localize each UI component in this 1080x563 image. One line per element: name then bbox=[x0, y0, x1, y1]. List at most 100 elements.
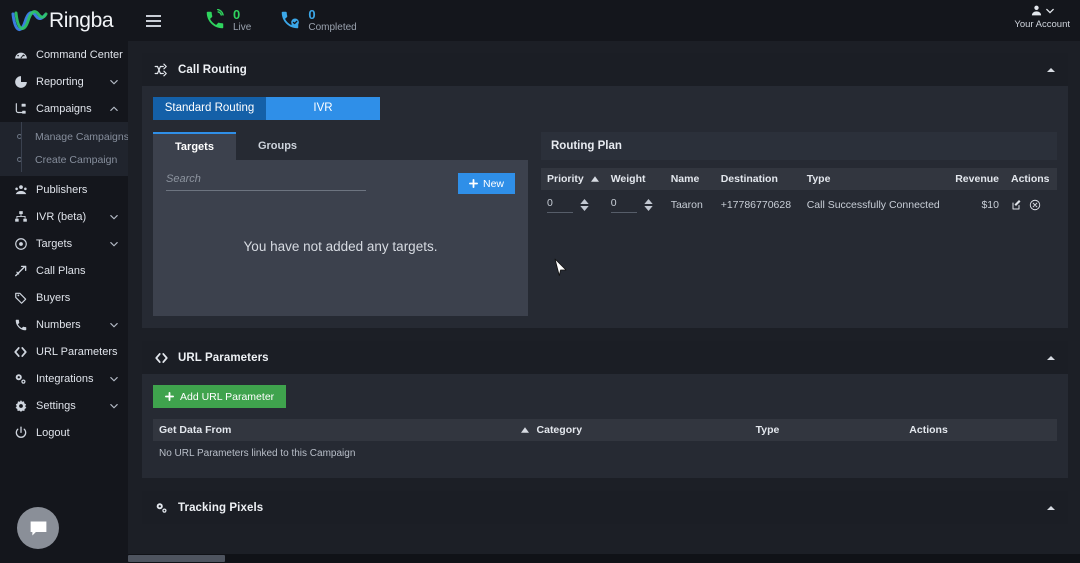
tracking-pixels-title: Tracking Pixels bbox=[178, 501, 264, 514]
bullet-icon bbox=[17, 134, 22, 139]
sidebar-item-url-parameters[interactable]: URL Parameters bbox=[0, 338, 128, 365]
chat-widget-button[interactable] bbox=[17, 507, 59, 549]
chevron-down-icon bbox=[110, 376, 118, 382]
sidebar-item-numbers[interactable]: Numbers bbox=[0, 311, 128, 338]
col-type[interactable]: Type bbox=[749, 419, 904, 441]
url-parameters-empty-message: No URL Parameters linked to this Campaig… bbox=[153, 441, 1057, 466]
caret-up-icon[interactable] bbox=[1046, 65, 1056, 75]
sidebar-item-manage-campaigns[interactable]: Manage Campaigns bbox=[0, 125, 128, 148]
gear-icon bbox=[12, 399, 29, 413]
add-url-parameter-label: Add URL Parameter bbox=[180, 390, 275, 403]
table-row: 0 0 Taaron +17786770628 Call Successfull… bbox=[541, 190, 1057, 219]
completed-calls-counter[interactable]: 0 Completed bbox=[279, 8, 357, 33]
routing-plan-column: Routing Plan Priority Weight Name Destin… bbox=[541, 132, 1057, 316]
sidebar-label: Command Center bbox=[36, 48, 123, 61]
user-icon bbox=[1032, 5, 1042, 16]
weight-stepper[interactable] bbox=[644, 198, 653, 211]
caret-up-icon bbox=[580, 198, 589, 204]
priority-stepper[interactable] bbox=[580, 198, 589, 211]
sidebar-item-command-center[interactable]: Command Center bbox=[0, 41, 128, 68]
sidebar-item-call-plans[interactable]: Call Plans bbox=[0, 257, 128, 284]
plus-icon bbox=[165, 392, 174, 401]
tab-standard-routing[interactable]: Standard Routing bbox=[153, 97, 266, 120]
col-get-data-from[interactable]: Get Data From bbox=[153, 419, 515, 441]
routing-plan-table: Priority Weight Name Destination Type Re… bbox=[541, 168, 1057, 219]
col-name[interactable]: Name bbox=[664, 168, 715, 190]
new-target-label: New bbox=[482, 177, 504, 190]
tab-ivr[interactable]: IVR bbox=[266, 97, 380, 120]
sidebar-label: Logout bbox=[36, 426, 70, 439]
tag-icon bbox=[12, 291, 29, 305]
dashboard-icon bbox=[12, 48, 29, 62]
gears-icon bbox=[152, 501, 170, 515]
cell-name: Taaron bbox=[664, 190, 715, 219]
caret-up-icon[interactable] bbox=[1046, 503, 1056, 513]
cell-weight: 0 bbox=[604, 190, 665, 219]
tab-targets[interactable]: Targets bbox=[153, 132, 236, 160]
horizontal-scrollbar[interactable] bbox=[128, 554, 1080, 563]
url-parameters-table: Get Data From Category Type Actions No U… bbox=[153, 419, 1057, 466]
top-bar: Ringba 0 Live 0 Completed Your Account bbox=[0, 0, 1080, 41]
chevron-down-icon bbox=[1046, 8, 1055, 14]
trend-up-icon bbox=[12, 264, 29, 278]
sidebar-item-settings[interactable]: Settings bbox=[0, 392, 128, 419]
chevron-down-icon bbox=[110, 214, 118, 220]
priority-value[interactable]: 0 bbox=[547, 197, 573, 213]
col-weight[interactable]: Weight bbox=[604, 168, 665, 190]
sidebar-item-publishers[interactable]: Publishers bbox=[0, 176, 128, 203]
live-calls-counter[interactable]: 0 Live bbox=[204, 8, 251, 33]
col-revenue[interactable]: Revenue bbox=[947, 168, 1005, 190]
caret-down-icon bbox=[644, 205, 653, 211]
brand-logo-area[interactable]: Ringba bbox=[0, 0, 128, 41]
hamburger-icon[interactable] bbox=[140, 0, 166, 41]
search-input[interactable] bbox=[166, 173, 366, 191]
sidebar-sublabel: Manage Campaigns bbox=[35, 130, 128, 143]
cell-revenue: $10 bbox=[947, 190, 1005, 219]
sidebar-item-integrations[interactable]: Integrations bbox=[0, 365, 128, 392]
sidebar-item-buyers[interactable]: Buyers bbox=[0, 284, 128, 311]
account-menu[interactable]: Your Account bbox=[1014, 4, 1070, 30]
sidebar-label: Buyers bbox=[36, 291, 71, 304]
brand-name: Ringba bbox=[49, 8, 114, 32]
url-parameters-header[interactable]: URL Parameters bbox=[142, 341, 1068, 374]
routing-plan-title: Routing Plan bbox=[541, 132, 1057, 160]
chart-pie-icon bbox=[12, 75, 29, 89]
sidebar-label: Reporting bbox=[36, 75, 84, 88]
edit-icon[interactable] bbox=[1011, 199, 1023, 211]
url-parameters-title: URL Parameters bbox=[178, 351, 269, 364]
targets-column: Targets Groups New bbox=[153, 132, 528, 316]
call-counters: 0 Live 0 Completed bbox=[204, 8, 357, 33]
table-row-empty: No URL Parameters linked to this Campaig… bbox=[153, 441, 1057, 466]
targets-box: New You have not added any targets. bbox=[153, 160, 528, 316]
add-url-parameter-button[interactable]: Add URL Parameter bbox=[153, 385, 287, 408]
caret-up-icon[interactable] bbox=[1046, 353, 1056, 363]
cell-actions bbox=[1005, 190, 1057, 219]
sidebar-item-reporting[interactable]: Reporting bbox=[0, 68, 128, 95]
sidebar-item-targets[interactable]: Targets bbox=[0, 230, 128, 257]
col-category[interactable]: Category bbox=[514, 419, 750, 441]
sort-asc-icon bbox=[520, 427, 529, 433]
call-routing-header[interactable]: Call Routing bbox=[142, 53, 1068, 86]
power-icon bbox=[12, 426, 29, 440]
sidebar-item-ivr-beta[interactable]: IVR (beta) bbox=[0, 203, 128, 230]
col-destination[interactable]: Destination bbox=[714, 168, 801, 190]
sidebar-item-create-campaign[interactable]: Create Campaign bbox=[0, 148, 128, 171]
code-brackets-icon bbox=[152, 351, 170, 365]
gears-icon bbox=[12, 372, 29, 386]
sidebar: Command Center Reporting Campaigns Manag… bbox=[0, 41, 128, 563]
sidebar-item-campaigns[interactable]: Campaigns bbox=[0, 95, 128, 122]
col-type[interactable]: Type bbox=[800, 168, 947, 190]
routing-plan-header-row: Priority Weight Name Destination Type Re… bbox=[541, 168, 1057, 190]
call-routing-title: Call Routing bbox=[178, 63, 247, 76]
tracking-pixels-header[interactable]: Tracking Pixels bbox=[142, 491, 1068, 524]
sidebar-item-logout[interactable]: Logout bbox=[0, 419, 128, 446]
chevron-up-icon bbox=[110, 105, 118, 111]
sidebar-label: Publishers bbox=[36, 183, 88, 196]
col-priority[interactable]: Priority bbox=[541, 168, 605, 190]
new-target-button[interactable]: New bbox=[457, 173, 515, 194]
remove-icon[interactable] bbox=[1029, 199, 1041, 211]
scrollbar-thumb[interactable] bbox=[128, 555, 225, 562]
chevron-down-icon bbox=[110, 241, 118, 247]
tab-groups[interactable]: Groups bbox=[236, 132, 319, 160]
weight-value[interactable]: 0 bbox=[610, 197, 637, 213]
